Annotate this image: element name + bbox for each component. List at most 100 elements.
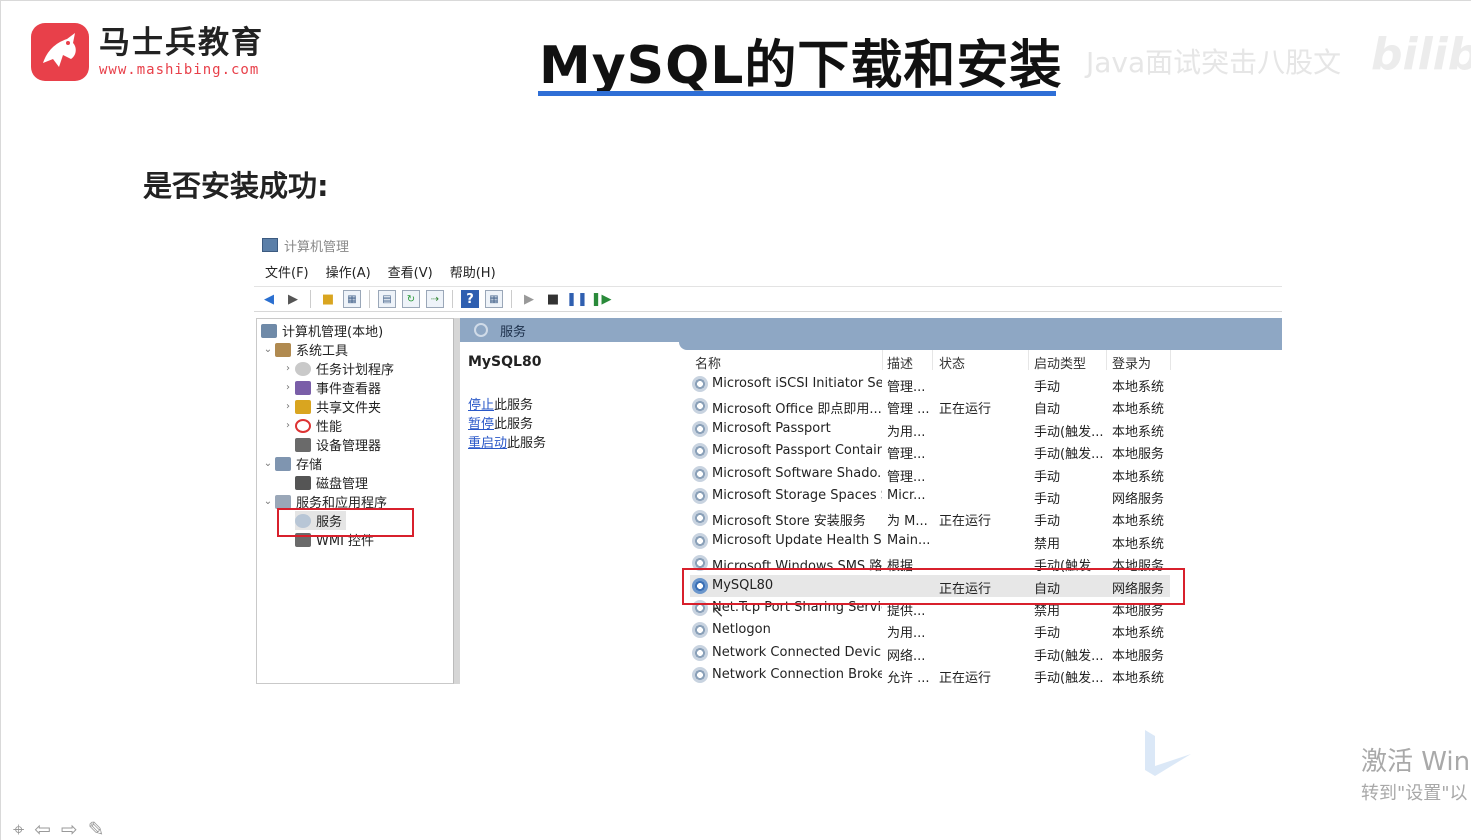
service-row[interactable]: Microsoft iSCSI Initiator Ser... 管理... 手动 本…: [690, 373, 1170, 395]
menu-action[interactable]: 操作(A): [326, 262, 371, 284]
service-status-cell: 正在运行: [939, 402, 992, 418]
tree-item-shared-folders[interactable]: › 共享文件夹: [281, 397, 381, 416]
service-row[interactable]: Network Connection Broker 允许 ... 正在运行 手动(触发…: [690, 664, 1170, 684]
service-gear-icon: [692, 376, 708, 392]
chevron-right-icon[interactable]: ›: [281, 363, 295, 374]
service-startup-cell: 手动: [1034, 626, 1061, 642]
tree-item-task-scheduler[interactable]: › 任务计划程序: [281, 359, 394, 378]
stop-icon[interactable]: ■: [544, 290, 562, 308]
bilibili-player-logo-icon: [1145, 730, 1191, 776]
chevron-down-icon[interactable]: ⌄: [261, 458, 275, 469]
service-desc-cell: 网络...: [887, 648, 926, 664]
stop-link[interactable]: 停止: [468, 398, 494, 413]
column-header-description[interactable]: 描述: [887, 353, 913, 372]
toolbar-separator: [452, 290, 453, 308]
help-icon[interactable]: ?: [461, 290, 479, 308]
pen-icon[interactable]: ✎: [88, 817, 105, 840]
column-header-name[interactable]: 名称: [695, 353, 721, 372]
service-name-cell: Microsoft Passport: [712, 420, 831, 436]
mysql-highlight-box: [682, 568, 1185, 605]
service-startup-cell: 手动(触发...: [1034, 447, 1104, 463]
next-arrow-icon[interactable]: ⇨: [61, 817, 78, 840]
forward-arrow-icon[interactable]: ▶: [284, 290, 302, 308]
column-divider[interactable]: [1106, 350, 1107, 370]
menu-file[interactable]: 文件(F): [265, 262, 309, 284]
export-icon[interactable]: ⇢: [426, 290, 444, 308]
selected-service-name: MySQL80: [468, 354, 542, 370]
service-desc-cell: Micr...: [887, 488, 926, 503]
tree-item-event-viewer[interactable]: › 事件查看器: [281, 378, 381, 397]
column-divider[interactable]: [932, 350, 933, 370]
grid-icon[interactable]: ⌖: [13, 817, 24, 840]
tree-label: 任务计划程序: [316, 363, 395, 378]
column-divider[interactable]: [882, 350, 883, 370]
resume-icon[interactable]: ❚▶: [591, 290, 612, 308]
properties-icon[interactable]: ▤: [378, 290, 396, 308]
slide-nav: ⌖ ⇦ ⇨ ✎: [13, 817, 105, 840]
title-underline: [538, 91, 1056, 96]
column-header-status[interactable]: 状态: [939, 353, 965, 372]
menu-view[interactable]: 查看(V): [388, 262, 433, 284]
console-icon[interactable]: ▦: [485, 290, 503, 308]
tree-item-performance[interactable]: › 性能: [281, 416, 342, 435]
service-gear-icon: [692, 398, 708, 415]
restart-link[interactable]: 重启动: [468, 436, 507, 451]
tree-item-disk-management[interactable]: 磁盘管理: [295, 473, 368, 492]
tree-item-computer-management[interactable]: 计算机管理(本地): [261, 321, 383, 340]
refresh-icon[interactable]: ↻: [402, 290, 420, 308]
service-desc-cell: 管理...: [887, 380, 926, 395]
service-row[interactable]: Microsoft Storage Spaces S... Micr... 手动 网络…: [690, 485, 1170, 507]
clock-icon: [295, 361, 311, 376]
service-desc-cell: Main...: [887, 532, 931, 548]
service-name-cell: Microsoft Passport Container: [712, 443, 882, 459]
column-header-startup-type[interactable]: 启动类型: [1034, 353, 1086, 372]
tree-label: 存储: [296, 458, 323, 473]
service-row[interactable]: Network Connected Devic... 网络... 手动(触发... 本…: [690, 642, 1170, 664]
column-header-logon-as[interactable]: 登录为: [1112, 353, 1151, 372]
computer-icon: [261, 323, 277, 338]
service-row[interactable]: Microsoft Store 安装服务 为 M... 正在运行 手动 本地系统: [690, 507, 1170, 529]
up-folder-icon[interactable]: ■: [319, 290, 337, 308]
chevron-right-icon[interactable]: ›: [281, 420, 295, 431]
column-divider[interactable]: [1028, 350, 1029, 370]
service-row[interactable]: Microsoft Passport Container 管理... 手动(触发..…: [690, 440, 1170, 462]
tree-item-system-tools[interactable]: ⌄ 系统工具: [261, 340, 348, 359]
pause-icon[interactable]: ❚❚: [566, 290, 588, 308]
pause-link[interactable]: 暂停: [468, 417, 494, 432]
toolbar-separator: [310, 290, 311, 308]
service-gear-icon: [692, 622, 708, 639]
service-status-cell: 正在运行: [939, 514, 992, 530]
window-titlebar: 计算机管理: [254, 230, 1282, 260]
header-tab-decoration: [679, 342, 1282, 350]
column-divider[interactable]: [1170, 350, 1171, 370]
service-row[interactable]: Microsoft Office 即点即用... 管理 ... 正在运行 自动 本地系统: [690, 395, 1170, 417]
service-row[interactable]: Microsoft Update Health S... Main... 禁用 本地系…: [690, 530, 1170, 552]
play-icon[interactable]: ▶: [520, 290, 538, 308]
service-logon-cell: 本地系统: [1112, 671, 1165, 684]
service-desc-cell: 为用...: [887, 626, 926, 642]
tree-label: 共享文件夹: [316, 401, 382, 416]
activation-watermark-title: 激活 Win: [1361, 747, 1471, 777]
chevron-right-icon[interactable]: ›: [281, 382, 295, 393]
previous-arrow-icon[interactable]: ⇦: [34, 817, 51, 840]
service-name-cell: Netlogon: [712, 622, 771, 638]
chevron-down-icon[interactable]: ⌄: [261, 344, 275, 355]
menu-help[interactable]: 帮助(H): [450, 262, 496, 284]
slide: 马士兵教育 www.mashibing.com MySQL的下载和安装 Java…: [0, 0, 1471, 840]
tree-item-device-manager[interactable]: 设备管理器: [295, 435, 381, 454]
device-manager-icon: [295, 437, 311, 452]
computer-management-icon: [262, 238, 278, 252]
console-tree: 计算机管理(本地) ⌄ 系统工具 › 任务计划程序 › 事件查看器 › 共享文件…: [256, 318, 454, 684]
service-row[interactable]: Microsoft Software Shado... 管理... 手动 本地系统: [690, 463, 1170, 485]
service-name-cell: Microsoft Software Shado...: [712, 465, 882, 481]
tree-item-storage[interactable]: ⌄ 存储: [261, 454, 322, 473]
chevron-right-icon[interactable]: ›: [281, 401, 295, 412]
chevron-down-icon[interactable]: ⌄: [261, 496, 275, 507]
back-arrow-icon[interactable]: ◀: [260, 290, 278, 308]
action-suffix: 此服务: [494, 417, 534, 432]
show-tree-icon[interactable]: ▦: [343, 290, 361, 308]
tree-label: 事件查看器: [316, 382, 382, 397]
service-row[interactable]: Netlogon 为用... 手动 本地系统: [690, 619, 1170, 641]
pane-splitter[interactable]: [454, 318, 460, 684]
service-row[interactable]: Microsoft Passport 为用... 手动(触发... 本地系统: [690, 418, 1170, 440]
